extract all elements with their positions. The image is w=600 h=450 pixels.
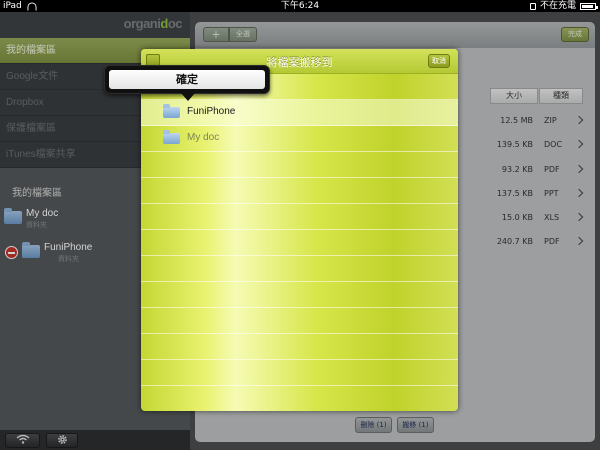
battery-icon (580, 2, 598, 10)
list-item (141, 308, 458, 334)
clock: 下午6:24 (280, 1, 320, 11)
list-item (141, 230, 458, 256)
rotation-lock-icon (529, 2, 536, 10)
list-item (141, 360, 458, 386)
folder-row-funiphone[interactable]: FuniPhone (141, 100, 458, 126)
list-item (141, 386, 458, 411)
folder-label: My doc (187, 132, 220, 143)
list-item (141, 334, 458, 360)
status-bar: iPad 下午6:24 不在充電 (0, 0, 600, 12)
folder-row-my-doc[interactable]: My doc (141, 126, 458, 152)
folder-icon (163, 130, 180, 144)
list-item (141, 178, 458, 204)
confirm-button[interactable]: 確定 (109, 70, 265, 89)
folder-list: FuniPhone My doc (141, 74, 458, 411)
move-to-dialog: 將檔案搬移到 取消 FuniPhone My doc (141, 49, 458, 411)
folder-icon (163, 104, 180, 118)
confirm-popover: 確定 (104, 65, 270, 101)
cancel-button[interactable]: 取消 (428, 54, 450, 68)
folder-label: FuniPhone (187, 106, 236, 117)
battery-status-text: 不在充電 (539, 1, 576, 11)
list-item (141, 152, 458, 178)
list-item (141, 204, 458, 230)
list-item (141, 282, 458, 308)
list-item (141, 256, 458, 282)
